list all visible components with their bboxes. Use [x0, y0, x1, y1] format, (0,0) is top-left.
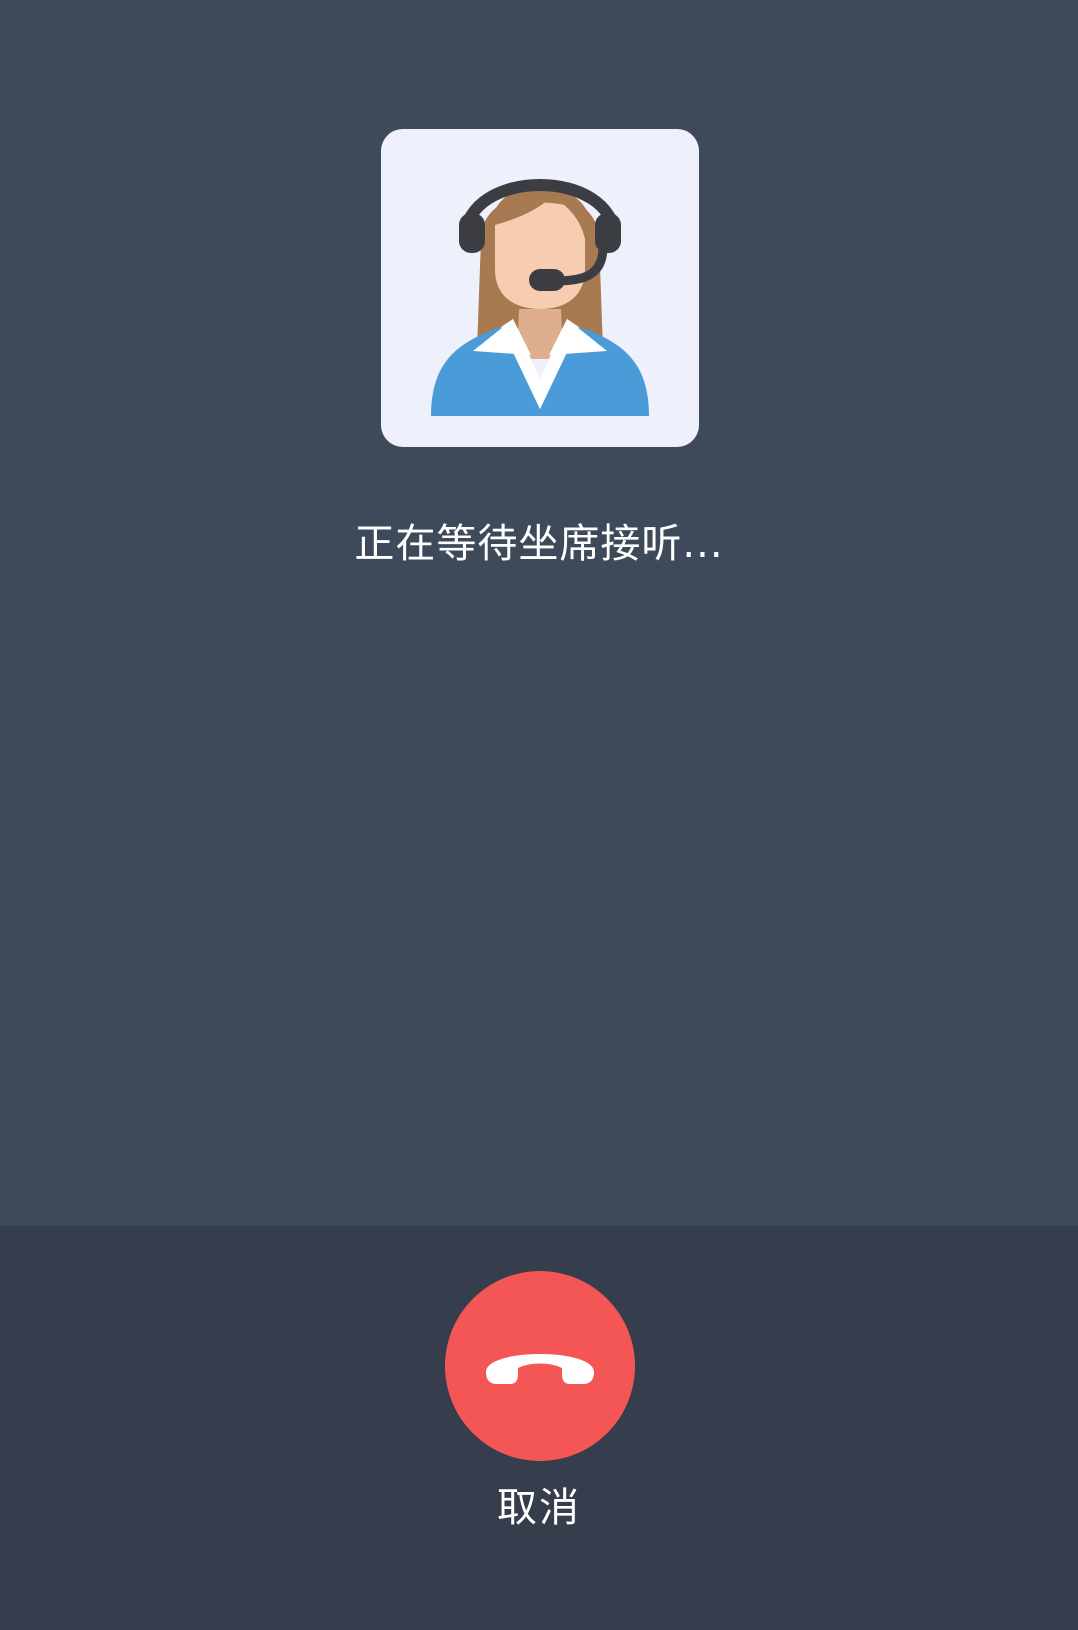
call-screen: 正在等待坐席接听... [0, 0, 1078, 1226]
customer-service-agent-icon [431, 179, 649, 416]
hang-up-button[interactable] [445, 1271, 635, 1461]
call-controls-bar: 取消 [0, 1226, 1078, 1630]
cancel-label: 取消 [497, 1485, 581, 1531]
call-status-text: 正在等待坐席接听... [354, 521, 724, 567]
agent-avatar [381, 129, 699, 447]
hang-up-phone-icon [486, 1354, 594, 1384]
